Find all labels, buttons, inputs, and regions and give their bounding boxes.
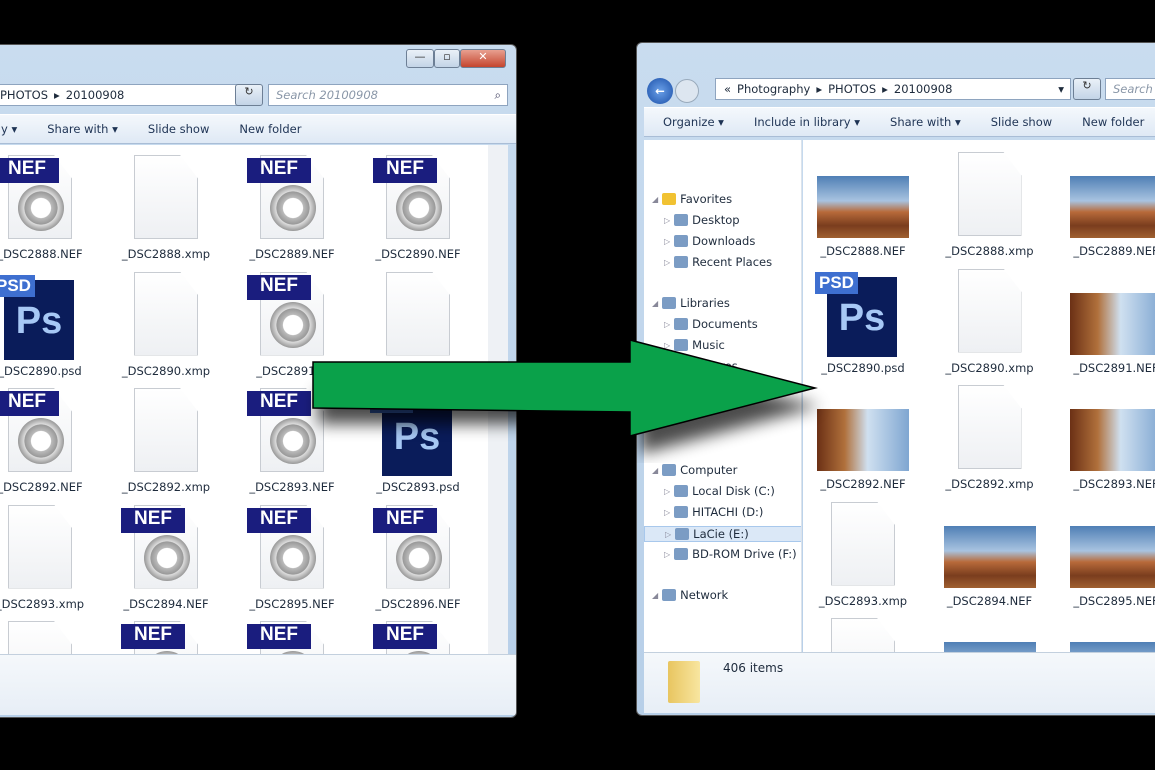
arrow-overlay [312, 339, 820, 454]
